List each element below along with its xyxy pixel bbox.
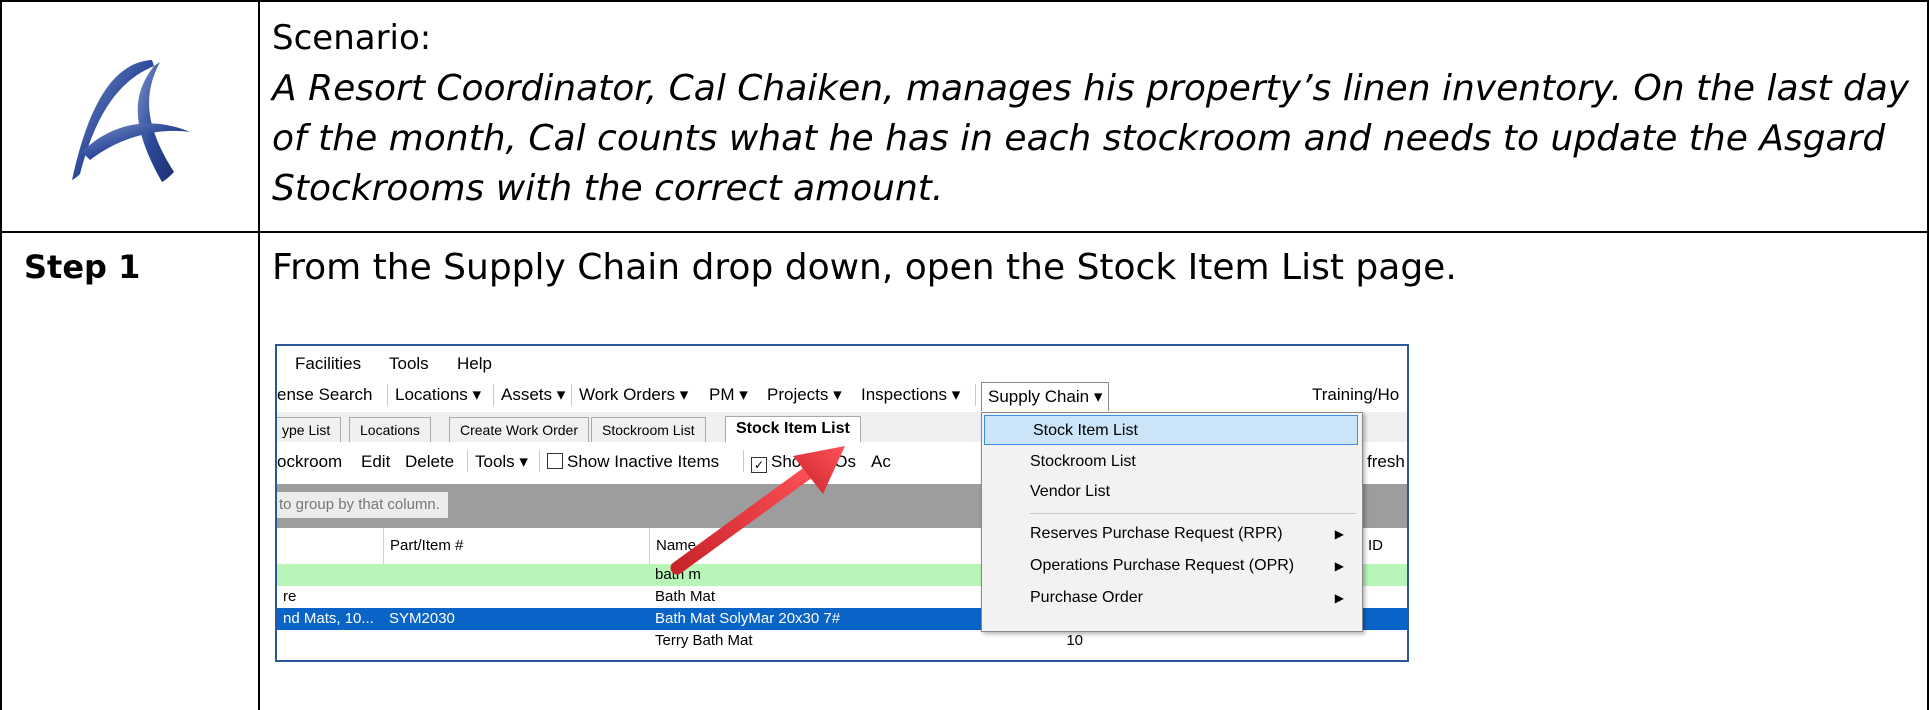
red-pointer-arrow-icon	[670, 446, 845, 575]
asgard-logo	[72, 60, 190, 182]
table-row-divider	[0, 231, 1929, 233]
table-column-divider	[258, 0, 260, 710]
document-table: Scenario: A Resort Coordinator, Cal Chai…	[0, 0, 1929, 710]
table-border-left	[0, 0, 2, 710]
app-screenshot: Facilities Tools Help ense Search Locati…	[275, 344, 1409, 662]
step-label: Step 1	[24, 248, 141, 286]
scenario-text: A Resort Coordinator, Cal Chaiken, manag…	[272, 68, 1910, 209]
scenario-label: Scenario:	[272, 18, 432, 58]
step-instruction: From the Supply Chain drop down, open th…	[272, 247, 1457, 288]
table-border-top	[0, 0, 1929, 2]
